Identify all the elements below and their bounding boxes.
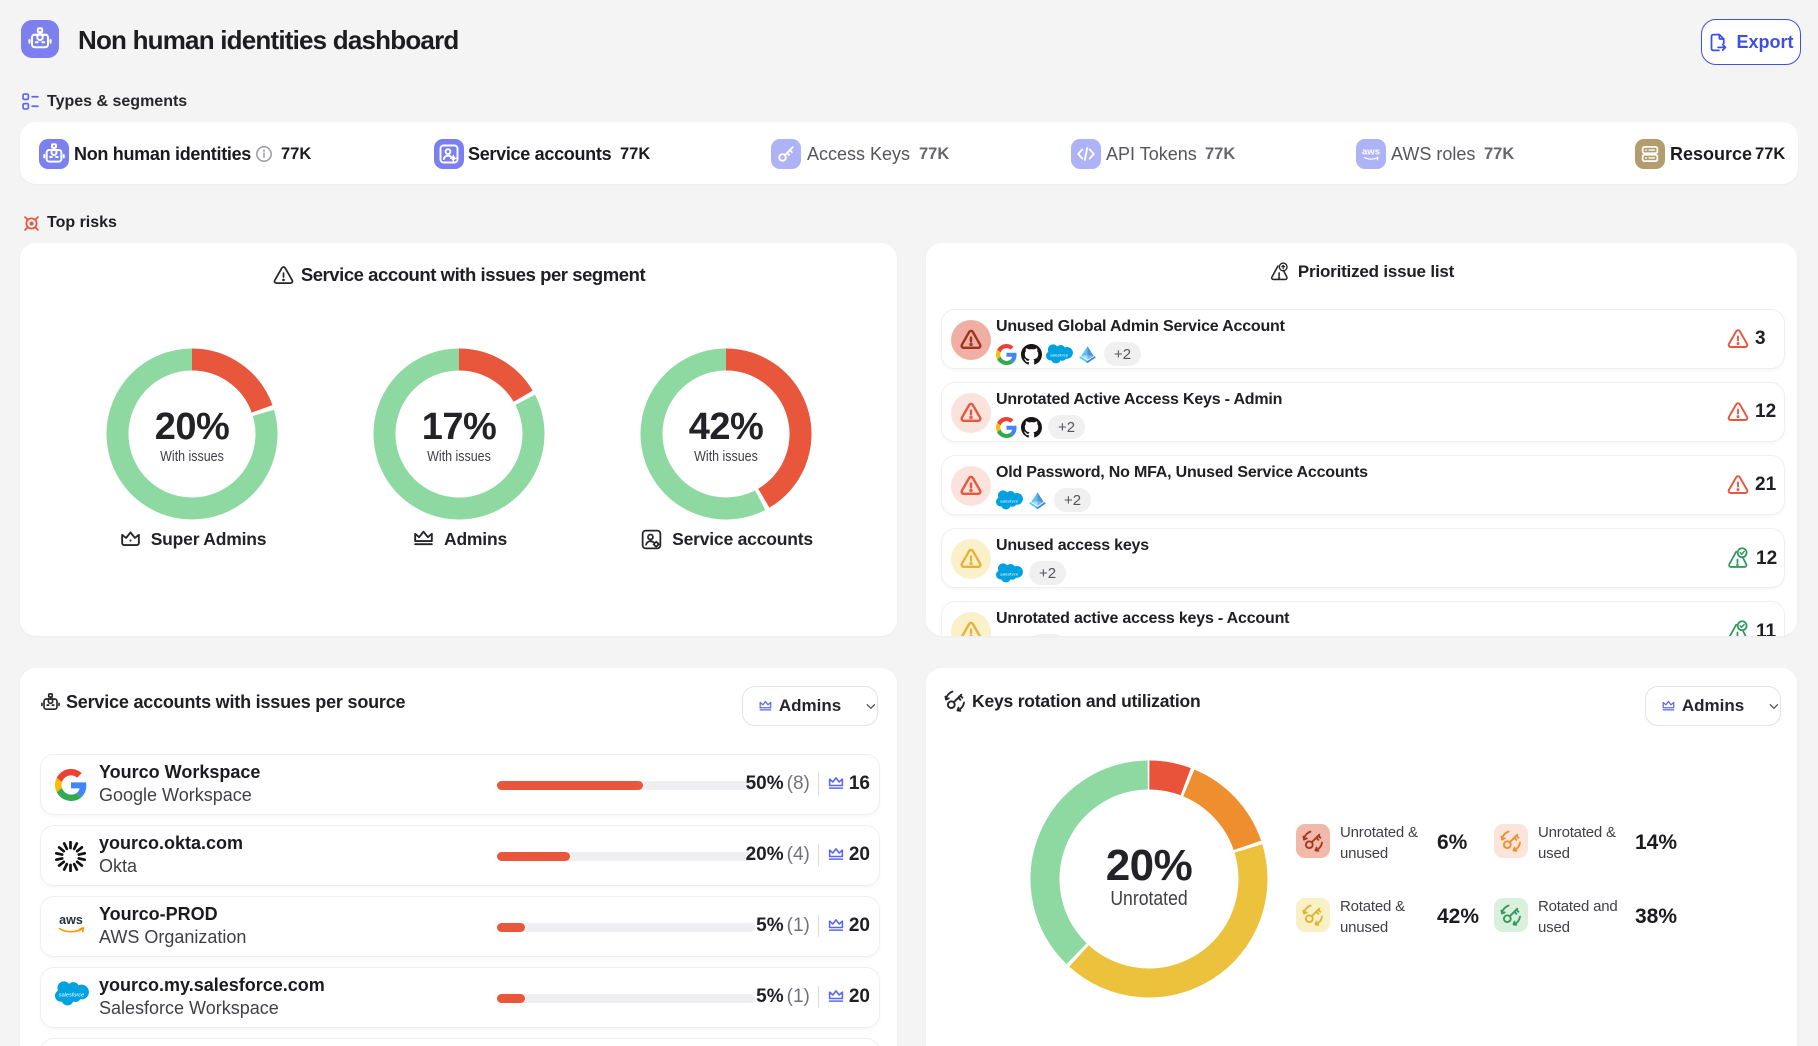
svg-text:salesforce: salesforce — [1000, 572, 1019, 577]
svg-text:aws: aws — [59, 913, 83, 927]
svg-text:salesforce: salesforce — [1000, 499, 1019, 504]
svg-text:salesforce: salesforce — [1050, 353, 1069, 358]
svg-text:salesforce: salesforce — [59, 992, 84, 998]
svg-text:aws: aws — [1362, 147, 1380, 158]
